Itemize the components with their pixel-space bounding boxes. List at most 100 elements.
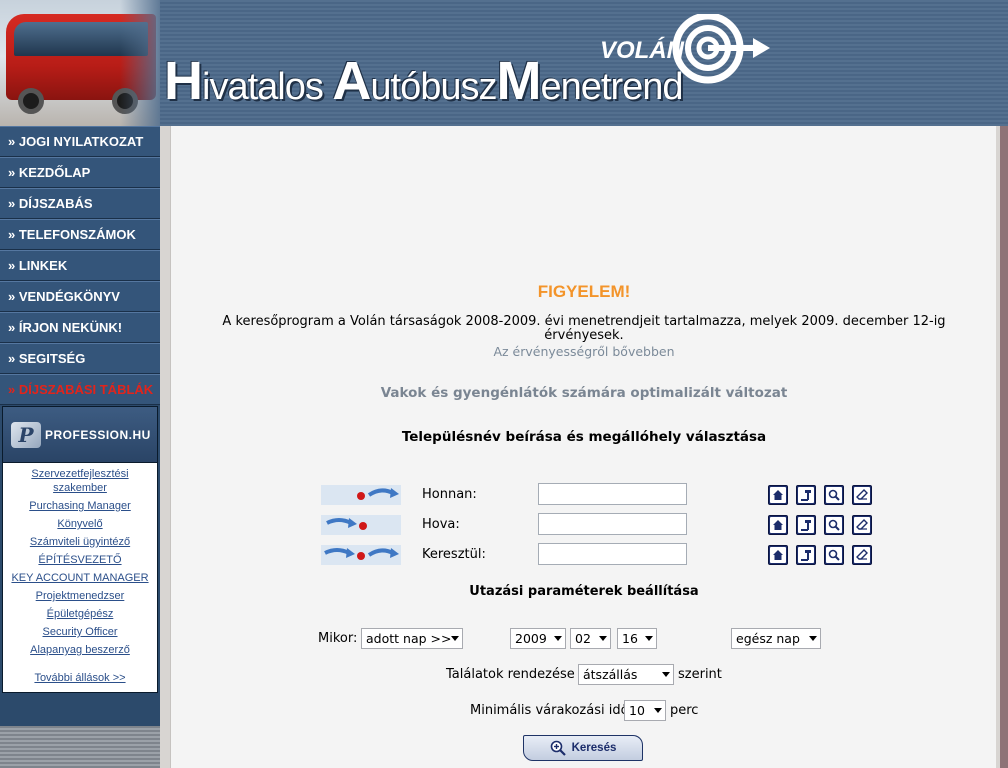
nav-item-phone-numbers[interactable]: » TELEFONSZÁMOK	[0, 219, 160, 250]
volan-logo: VOLÁN	[600, 14, 770, 84]
chevron-down-icon	[451, 636, 459, 641]
attention-heading: FIGYELEM!	[537, 282, 631, 301]
from-clear-button[interactable]	[852, 485, 872, 505]
wait-row: Minimális várakozási idő 10 perc	[171, 700, 997, 724]
via-search-button[interactable]	[824, 545, 844, 565]
sort-select-value: átszállás	[583, 667, 638, 682]
job-link[interactable]: Security Officer	[3, 623, 157, 641]
via-label: Keresztül:	[422, 547, 486, 562]
via-graphic-icon	[321, 545, 401, 565]
job-link[interactable]: Számviteli ügyintéző	[3, 533, 157, 551]
to-home-button[interactable]	[768, 515, 788, 535]
when-select-value: adott nap >>	[366, 631, 452, 646]
chevron-down-icon	[645, 636, 653, 641]
sort-label: Találatok rendezése	[446, 667, 575, 682]
wait-select-value: 10	[629, 703, 645, 718]
wait-label: Minimális várakozási idő	[470, 703, 629, 718]
more-jobs-link[interactable]: További állások >>	[3, 669, 157, 687]
chevron-down-icon	[554, 636, 562, 641]
volan-logo-text: VOLÁN	[600, 36, 685, 64]
when-select[interactable]: adott nap >>	[361, 628, 463, 649]
job-list: Szervezetfejlesztési szakember Purchasin…	[3, 463, 157, 687]
via-home-button[interactable]	[768, 545, 788, 565]
nav-menu: » JOGI NYILATKOZAT » KEZDŐLAP » DÍJSZABÁ…	[0, 126, 160, 405]
via-row: Keresztül:	[321, 543, 881, 567]
wait-select[interactable]: 10	[624, 700, 666, 721]
magnifier-icon	[828, 519, 840, 531]
magnifier-icon	[828, 549, 840, 561]
job-link[interactable]: Purchasing Manager	[3, 497, 157, 515]
profession-logo-text: PROFESSION.HU	[45, 427, 151, 442]
time-of-day-value: egész nap	[736, 631, 800, 646]
year-select-value: 2009	[515, 631, 547, 646]
from-label: Honnan:	[422, 487, 477, 502]
month-select-value: 02	[575, 631, 591, 646]
to-input[interactable]	[538, 513, 687, 535]
sidebar: » JOGI NYILATKOZAT » KEZDŐLAP » DÍJSZABÁ…	[0, 126, 160, 768]
when-row: Mikor: adott nap >> 2009 02 16 egész nap	[171, 628, 997, 652]
day-select[interactable]: 16	[617, 628, 657, 649]
from-stop-button[interactable]	[796, 485, 816, 505]
job-link[interactable]: ÉPÍTÉSVEZETŐ	[3, 551, 157, 569]
bus-stop-icon	[801, 520, 811, 531]
validity-notice: A keresőprogram a Volán társaságok 2008-…	[222, 314, 946, 343]
from-graphic-icon	[321, 485, 401, 505]
nav-item-legal[interactable]: » JOGI NYILATKOZAT	[0, 126, 160, 157]
from-input[interactable]	[538, 483, 687, 505]
via-stop-button[interactable]	[796, 545, 816, 565]
nav-item-fares[interactable]: » DÍJSZABÁS	[0, 188, 160, 219]
to-clear-button[interactable]	[852, 515, 872, 535]
main-frame: FIGYELEM! A keresőprogram a Volán társas…	[160, 126, 1008, 768]
search-button-label: Keresés	[571, 742, 617, 754]
job-link[interactable]: Épületgépész	[3, 605, 157, 623]
via-input[interactable]	[538, 543, 687, 565]
sort-suffix: szerint	[678, 667, 722, 682]
job-link[interactable]: Könyvelő	[3, 515, 157, 533]
from-home-button[interactable]	[768, 485, 788, 505]
nav-item-fare-tables[interactable]: » DÍJSZABÁSI TÁBLÁK	[0, 374, 160, 405]
profession-logo[interactable]: P PROFESSION.HU	[3, 407, 157, 463]
eraser-icon	[856, 519, 868, 530]
job-link[interactable]: KEY ACCOUNT MANAGER	[3, 569, 157, 587]
to-row: Hova:	[321, 513, 881, 537]
sort-row: Találatok rendezése átszállás szerint	[171, 664, 997, 688]
bus-stop-icon	[801, 490, 811, 501]
home-icon	[773, 490, 783, 500]
sort-select[interactable]: átszállás	[578, 664, 674, 685]
to-stop-button[interactable]	[796, 515, 816, 535]
eraser-icon	[856, 549, 868, 560]
zoom-in-icon	[550, 740, 566, 756]
month-select[interactable]: 02	[570, 628, 611, 649]
year-select[interactable]: 2009	[510, 628, 566, 649]
to-label: Hova:	[422, 517, 460, 532]
validity-details-link[interactable]: Az érvényességről bővebben	[171, 344, 997, 359]
eraser-icon	[856, 489, 868, 500]
profession-logo-mark: P	[11, 421, 41, 448]
time-of-day-select[interactable]: egész nap	[731, 628, 821, 649]
nav-item-links[interactable]: » LINKEK	[0, 250, 160, 281]
to-search-button[interactable]	[824, 515, 844, 535]
nav-item-home[interactable]: » KEZDŐLAP	[0, 157, 160, 188]
params-section-title: Utazási paraméterek beállítása	[469, 584, 699, 599]
sidebar-footer-stripe	[0, 726, 160, 768]
chevron-down-icon	[809, 636, 817, 641]
magnifier-icon	[828, 489, 840, 501]
job-link[interactable]: Szervezetfejlesztési szakember	[3, 465, 157, 497]
home-icon	[773, 550, 783, 560]
nav-item-help[interactable]: » SEGITSÉG	[0, 343, 160, 374]
profession-job-box: P PROFESSION.HU Szervezetfejlesztési sza…	[2, 406, 158, 693]
accessible-version-link[interactable]: Vakok és gyengénlátók számára optimalizá…	[171, 385, 997, 401]
via-clear-button[interactable]	[852, 545, 872, 565]
chevron-down-icon	[662, 672, 670, 677]
job-link[interactable]: Alapanyag beszerző	[3, 641, 157, 659]
from-search-button[interactable]	[824, 485, 844, 505]
nav-item-contact[interactable]: » ÍRJON NEKÜNK!	[0, 312, 160, 343]
chevron-down-icon	[654, 708, 662, 713]
job-link[interactable]: Projektmenedzser	[3, 587, 157, 605]
home-icon	[773, 520, 783, 530]
when-label: Mikor:	[318, 631, 358, 646]
search-button[interactable]: Keresés	[523, 735, 643, 761]
stops-section-title: Településnév beírása és megállóhely vála…	[401, 429, 767, 445]
nav-item-guestbook[interactable]: » VENDÉGKÖNYV	[0, 281, 160, 312]
bus-stop-icon	[801, 550, 811, 561]
